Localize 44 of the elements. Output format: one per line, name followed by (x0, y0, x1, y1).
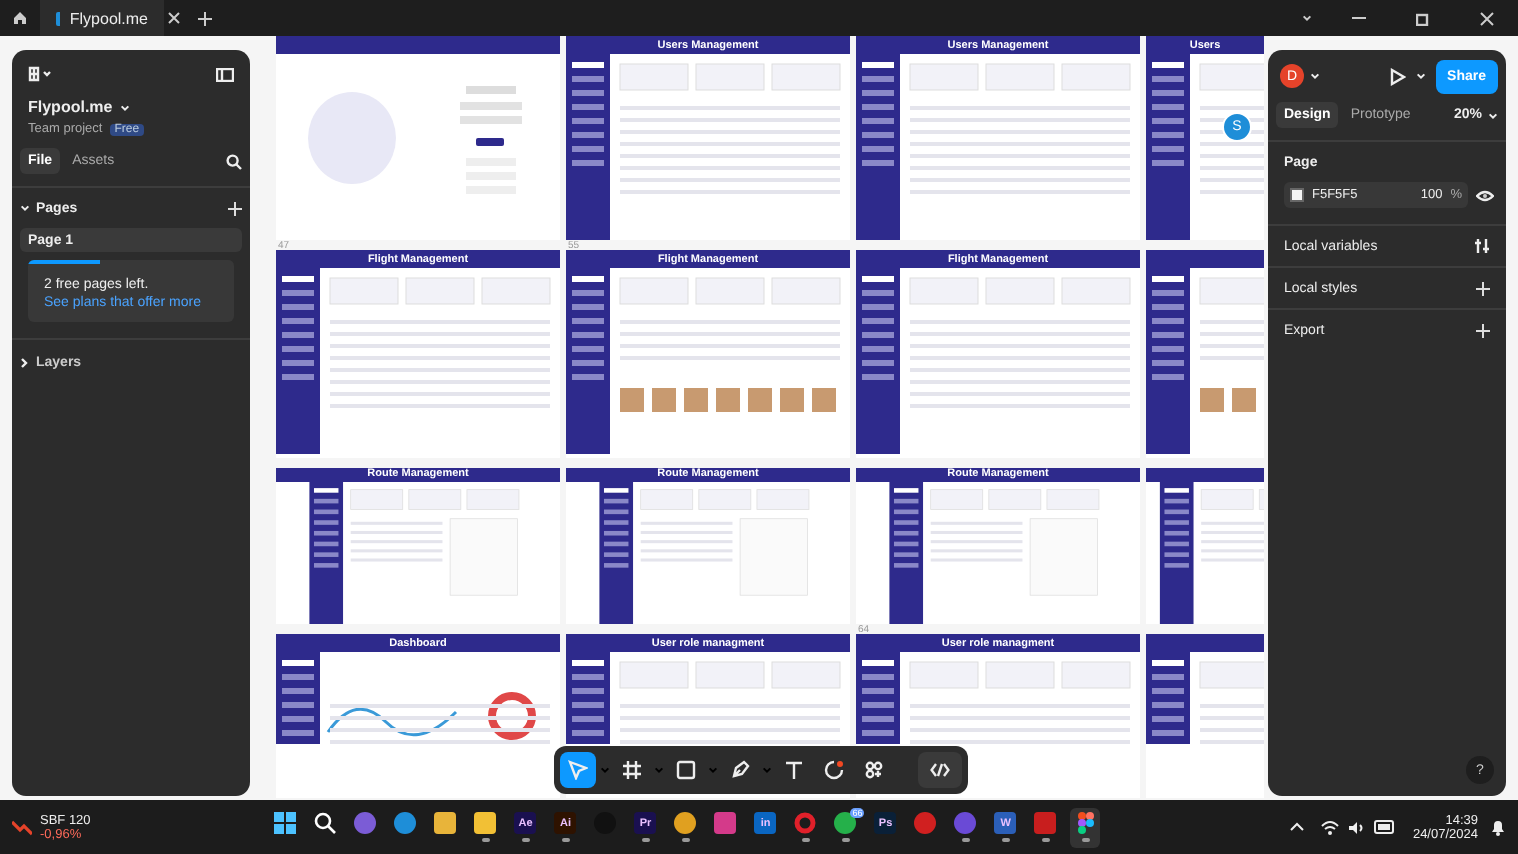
hash-icon (622, 760, 642, 780)
volume-icon[interactable] (1348, 819, 1367, 835)
shapes-icon (864, 760, 884, 780)
browser-tab[interactable]: Flypool.me (40, 0, 164, 36)
frame-header (1146, 634, 1264, 652)
stock-down-icon (12, 819, 32, 835)
chevron-down-icon[interactable] (20, 204, 30, 212)
color-swatch[interactable] (1290, 188, 1304, 202)
add-page-icon[interactable] (228, 201, 242, 215)
battery-icon[interactable] (1374, 820, 1397, 834)
frame-header (1146, 468, 1264, 482)
move-tool[interactable] (560, 752, 596, 788)
pen-icon (730, 760, 750, 780)
add-icon[interactable] (1476, 323, 1490, 337)
variables-icon[interactable] (1474, 238, 1490, 254)
eye-icon[interactable] (1476, 189, 1494, 201)
figma-menu-icon[interactable] (28, 66, 52, 82)
project-name[interactable]: Flypool.me (28, 98, 113, 116)
design-frame[interactable] (1146, 634, 1264, 798)
chevron-right-icon[interactable] (20, 357, 28, 367)
chevron-up-icon[interactable] (1290, 822, 1305, 832)
comment-icon (824, 760, 844, 780)
code-icon (930, 762, 950, 778)
bell-icon[interactable] (1490, 818, 1506, 836)
square-icon (676, 760, 696, 780)
tab-title: Flypool.me (69, 9, 148, 27)
app-icon[interactable] (434, 812, 457, 835)
sidebar-toggle-icon[interactable] (216, 67, 234, 81)
app-icon[interactable] (1077, 812, 1094, 835)
start-icon[interactable] (274, 812, 297, 835)
search-icon[interactable] (226, 153, 242, 169)
text-icon (784, 760, 804, 780)
app-icon[interactable] (834, 812, 857, 835)
cursor-icon (568, 760, 588, 780)
design-frame[interactable] (1146, 468, 1264, 624)
play-icon[interactable] (1389, 67, 1406, 85)
app-icon[interactable] (394, 812, 417, 835)
search-icon[interactable] (314, 812, 337, 835)
add-icon[interactable] (1476, 281, 1490, 295)
dev-mode-toggle[interactable] (918, 752, 962, 788)
app-icon[interactable] (674, 812, 697, 835)
frame-header (1146, 250, 1264, 268)
wifi-icon[interactable] (1320, 819, 1341, 835)
app-icon[interactable] (474, 812, 497, 835)
